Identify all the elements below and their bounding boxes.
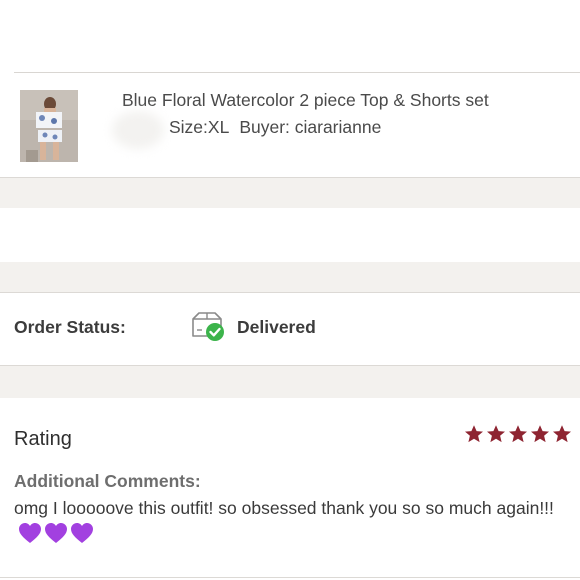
divider: [0, 577, 580, 578]
order-status-row: Order Status: Delivered: [0, 293, 580, 365]
order-item-row[interactable]: Blue Floral Watercolor 2 piece Top & Sho…: [0, 73, 580, 177]
header-area: [0, 0, 580, 54]
star-icon: [487, 425, 505, 443]
order-detail-page: Blue Floral Watercolor 2 piece Top & Sho…: [0, 0, 580, 580]
buyer-text: Buyer: ciararianne: [239, 117, 382, 137]
redacted-area: [112, 111, 164, 149]
order-status-label: Order Status:: [14, 317, 126, 337]
delivered-box-check-icon: [190, 310, 226, 342]
comments-label: Additional Comments:: [14, 471, 201, 491]
star-icon: [531, 425, 549, 443]
comments-text: omg I looooove this outfit! so obsessed …: [14, 496, 570, 546]
product-meta: Size:XL Buyer: ciararianne: [169, 117, 381, 138]
purple-heart-icon: [45, 523, 67, 543]
order-status-value: Delivered: [237, 317, 316, 337]
comment-body: omg I looooove this outfit! so obsessed …: [14, 498, 554, 518]
product-thumbnail[interactable]: [20, 90, 78, 162]
star-icon: [553, 425, 571, 443]
star-icon: [509, 425, 527, 443]
purple-heart-icon: [71, 523, 93, 543]
purple-heart-icon: [19, 523, 41, 543]
product-title[interactable]: Blue Floral Watercolor 2 piece Top & Sho…: [122, 90, 572, 111]
section-spacer: [0, 177, 580, 208]
star-icon: [465, 425, 483, 443]
section-spacer: [0, 365, 580, 398]
rating-label: Rating: [14, 428, 72, 450]
rating-section: Rating Additional Comments: omg I looooo…: [0, 398, 580, 580]
star-rating: [464, 424, 572, 444]
size-text: Size:XL: [169, 117, 230, 137]
section-spacer: [0, 262, 580, 293]
purple-heart-emojis: [18, 522, 94, 544]
